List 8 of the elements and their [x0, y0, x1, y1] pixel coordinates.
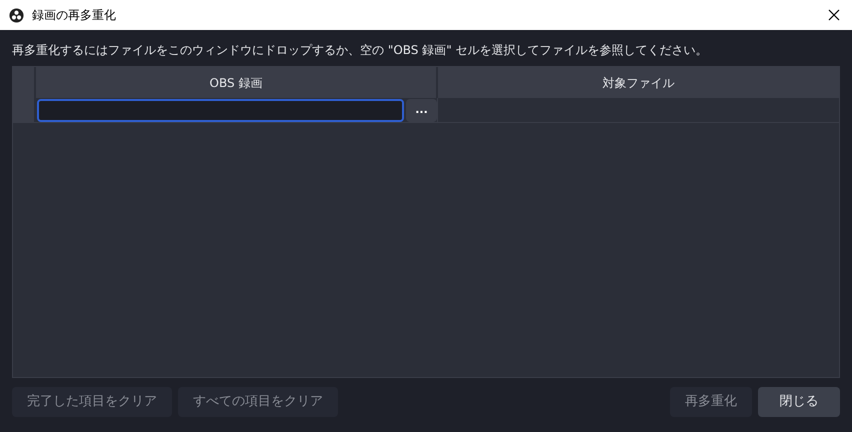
window-title: 録画の再多重化 — [32, 7, 116, 24]
column-header: 対象ファイル — [602, 74, 676, 92]
dialog-button[interactable]: 閉じる — [758, 387, 840, 417]
browse-button[interactable]: ... — [406, 98, 437, 122]
app-logo-icon — [9, 8, 24, 22]
instruction-text: 再多重化するにはファイルをこのウィンドウにドロップするか、空の "OBS 録画" セルを選択してファイルを参照してください。 — [12, 42, 709, 59]
close-icon[interactable] — [828, 9, 840, 21]
file-input-field[interactable] — [37, 98, 404, 122]
